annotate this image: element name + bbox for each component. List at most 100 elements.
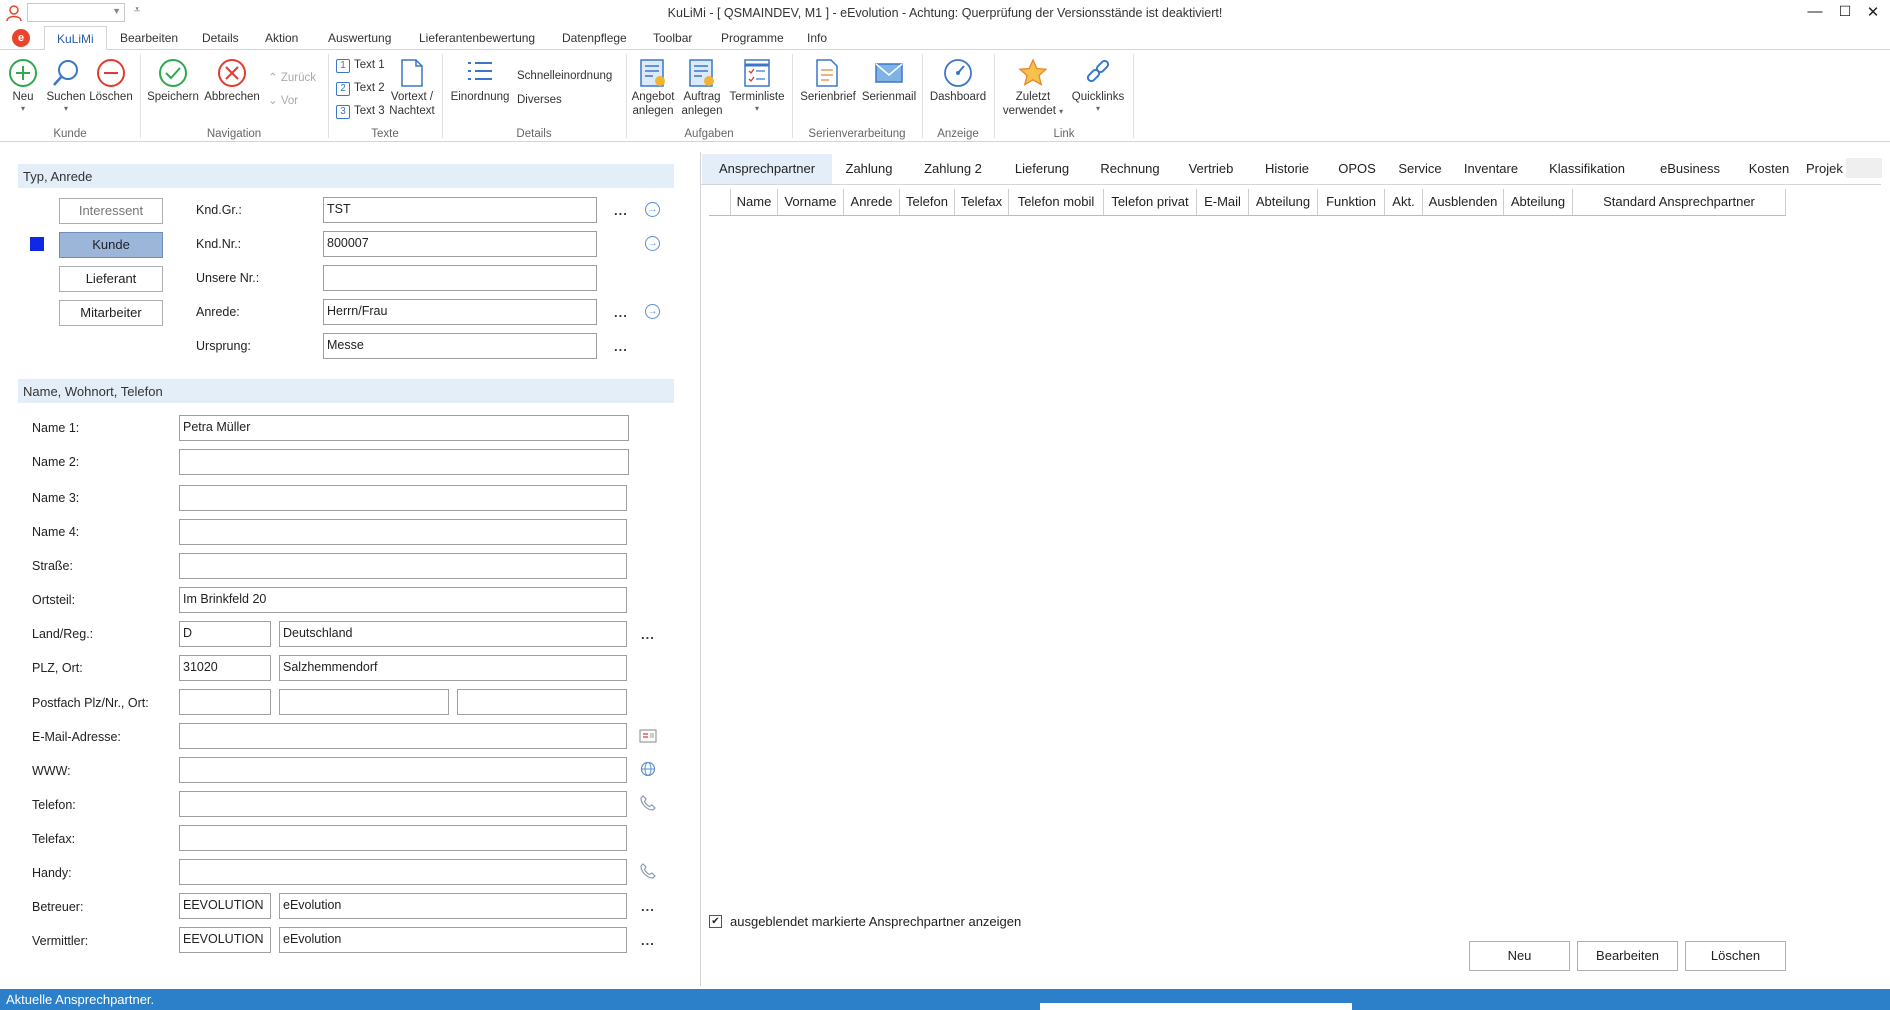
grid-column-telefon-privat[interactable]: Telefon privat <box>1104 189 1197 215</box>
tab-opos[interactable]: OPOS <box>1330 154 1384 184</box>
grid-column-abteilung[interactable]: Abteilung <box>1249 189 1318 215</box>
kndgr-browse-button[interactable]: ... <box>614 203 628 218</box>
type-button-interessent[interactable]: Interessent <box>59 198 163 224</box>
speichern-button[interactable]: Speichern <box>146 58 200 104</box>
tab-inventare[interactable]: Inventare <box>1456 154 1526 184</box>
einordnung-button[interactable]: Einordnung <box>446 58 514 104</box>
land-code-input[interactable]: D <box>179 621 271 647</box>
vermittler-name-input[interactable]: eEvolution <box>279 927 627 953</box>
text1-button[interactable]: 1 Text 1 <box>336 59 385 73</box>
type-button-mitarbeiter[interactable]: Mitarbeiter <box>59 300 163 326</box>
contact-bearbeiten-button[interactable]: Bearbeiten <box>1577 941 1678 971</box>
zuletzt-verwendet-button[interactable]: Zuletzt verwendet ▾ <box>998 58 1068 118</box>
minimize-button[interactable]: — <box>1804 3 1826 23</box>
name3-input[interactable] <box>179 485 627 511</box>
email-input[interactable] <box>179 723 627 749</box>
grid-column-ausblenden[interactable]: Ausblenden <box>1423 189 1504 215</box>
tab-info[interactable]: Info <box>807 31 827 45</box>
tab-lieferung[interactable]: Lieferung <box>1000 154 1084 184</box>
tab-zahlung-2[interactable]: Zahlung 2 <box>906 154 1000 184</box>
mail-card-icon[interactable] <box>639 728 657 744</box>
grid-column-telefon-mobil[interactable]: Telefon mobil <box>1009 189 1104 215</box>
suchen-button[interactable]: Suchen ▾ <box>44 58 88 114</box>
land-browse-button[interactable]: ... <box>641 627 655 642</box>
strasse-input[interactable] <box>179 553 627 579</box>
ursprung-input[interactable]: Messe <box>323 333 597 359</box>
quicklinks-button[interactable]: Quicklinks ▾ <box>1068 58 1128 114</box>
serienmail-button[interactable]: Serienmail <box>860 58 918 104</box>
anrede-browse-button[interactable]: ... <box>614 305 628 320</box>
type-button-kunde[interactable]: Kunde <box>59 232 163 258</box>
tab-vertrieb[interactable]: Vertrieb <box>1176 154 1246 184</box>
tab-aktion[interactable]: Aktion <box>265 31 298 45</box>
land-name-input[interactable]: Deutschland <box>279 621 627 647</box>
dashboard-button[interactable]: Dashboard <box>926 58 990 104</box>
tab-details[interactable]: Details <box>202 31 239 45</box>
grid-column-vorname[interactable]: Vorname <box>778 189 844 215</box>
name4-input[interactable] <box>179 519 627 545</box>
tab-toolbar[interactable]: Toolbar <box>653 31 692 45</box>
telefon-input[interactable] <box>179 791 627 817</box>
tab-scroll-area[interactable] <box>1846 158 1882 178</box>
tab-ebusiness[interactable]: eBusiness <box>1654 154 1726 184</box>
grid-column-akt[interactable]: Akt. <box>1385 189 1423 215</box>
maximize-button[interactable]: ☐ <box>1834 3 1856 23</box>
app-logo-icon[interactable]: e <box>12 29 30 47</box>
tab-ansprechpartner[interactable]: Ansprechpartner <box>702 154 832 184</box>
tab-kosten[interactable]: Kosten <box>1742 154 1796 184</box>
anrede-input[interactable]: Herrn/Frau <box>323 299 597 325</box>
grid-column-funktion[interactable]: Funktion <box>1318 189 1385 215</box>
betreuer-code-input[interactable]: EEVOLUTION <box>179 893 271 919</box>
grid-column-anrede[interactable]: Anrede <box>844 189 900 215</box>
grid-column-indicator[interactable] <box>709 189 731 215</box>
text3-button[interactable]: 3 Text 3 <box>336 105 385 119</box>
tab-historie[interactable]: Historie <box>1252 154 1322 184</box>
tab-projekte[interactable]: Projek <box>1806 154 1846 184</box>
telefax-input[interactable] <box>179 825 627 851</box>
tab-bearbeiten[interactable]: Bearbeiten <box>120 31 178 45</box>
terminliste-button[interactable]: Terminliste ▾ <box>726 58 788 114</box>
anrede-goto-arrow-icon[interactable]: → <box>645 304 660 319</box>
grid-column-telefon[interactable]: Telefon <box>900 189 955 215</box>
neu-button[interactable]: Neu ▾ <box>6 58 40 114</box>
tab-klassifikation[interactable]: Klassifikation <box>1540 154 1634 184</box>
auftrag-anlegen-button[interactable]: Auftrag anlegen <box>680 58 724 118</box>
text2-button[interactable]: 2 Text 2 <box>336 82 385 96</box>
betreuer-name-input[interactable]: eEvolution <box>279 893 627 919</box>
postfach-plz-input[interactable] <box>179 689 271 715</box>
grid-column-email[interactable]: E-Mail <box>1197 189 1249 215</box>
abbrechen-button[interactable]: Abbrechen <box>203 58 261 104</box>
vor-button[interactable]: ⌄ Vor <box>268 93 298 107</box>
handy-input[interactable] <box>179 859 627 885</box>
phone-icon[interactable] <box>639 795 657 811</box>
unsere-nr-input[interactable] <box>323 265 597 291</box>
tab-auswertung[interactable]: Auswertung <box>328 31 391 45</box>
diverses-button[interactable]: Diverses <box>517 94 562 106</box>
grid-column-telefax[interactable]: Telefax <box>955 189 1009 215</box>
type-button-lieferant[interactable]: Lieferant <box>59 266 163 292</box>
vortext-button[interactable]: Vortext / Nachtext <box>388 58 436 118</box>
grid-column-standard-ansprechpartner[interactable]: Standard Ansprechpartner <box>1573 189 1786 215</box>
show-hidden-contacts-checkbox[interactable]: ✔ <box>709 915 722 928</box>
contact-loeschen-button[interactable]: Löschen <box>1685 941 1786 971</box>
name1-input[interactable]: Petra Müller <box>179 415 629 441</box>
tab-datenpflege[interactable]: Datenpflege <box>562 31 627 45</box>
globe-icon[interactable] <box>639 761 657 777</box>
kndgr-input[interactable]: TST <box>323 197 597 223</box>
kndnr-input[interactable]: 800007 <box>323 231 597 257</box>
angebot-anlegen-button[interactable]: Angebot anlegen <box>630 58 676 118</box>
postfach-nr-input[interactable] <box>279 689 449 715</box>
tab-service[interactable]: Service <box>1392 154 1448 184</box>
tab-zahlung[interactable]: Zahlung <box>832 154 906 184</box>
name2-input[interactable] <box>179 449 629 475</box>
zurueck-button[interactable]: ⌃ Zurück <box>268 70 316 84</box>
vermittler-code-input[interactable]: EEVOLUTION <box>179 927 271 953</box>
grid-column-abteilung-2[interactable]: Abteilung <box>1504 189 1573 215</box>
close-button[interactable]: ✕ <box>1862 3 1884 23</box>
ort-input[interactable]: Salzhemmendorf <box>279 655 627 681</box>
kndnr-goto-arrow-icon[interactable]: → <box>645 236 660 251</box>
betreuer-browse-button[interactable]: ... <box>641 899 655 914</box>
plz-input[interactable]: 31020 <box>179 655 271 681</box>
grid-column-name[interactable]: Name <box>731 189 778 215</box>
loeschen-button[interactable]: Löschen <box>88 58 134 104</box>
